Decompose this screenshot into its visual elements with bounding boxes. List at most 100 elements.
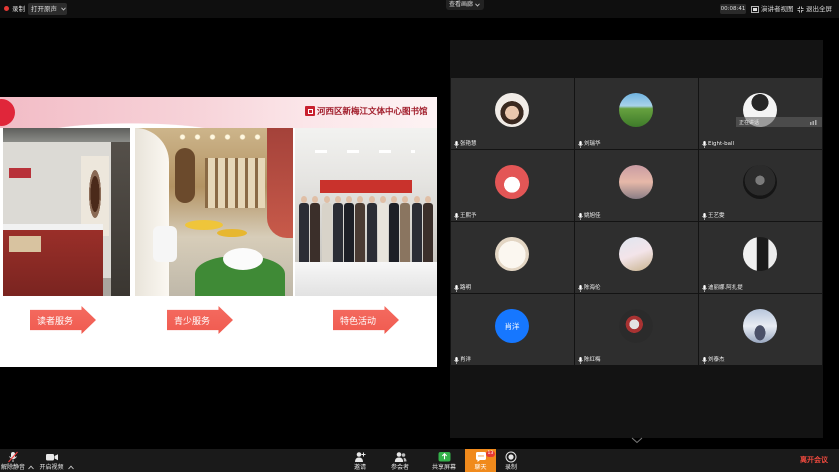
person-figure: [310, 192, 321, 262]
participant-tile[interactable]: 张艳慧: [451, 78, 574, 149]
share-screen-icon: [438, 451, 451, 463]
person-figure: [332, 192, 343, 262]
gallery-next-page-chevron-down-icon[interactable]: [631, 429, 643, 444]
photo-door: [111, 142, 130, 296]
participant-tile[interactable]: 迪丽娜.阿扎提: [699, 222, 822, 293]
slide-photo-reception: [3, 128, 130, 296]
leave-meeting-button[interactable]: 离开会议: [800, 456, 828, 465]
share-screen-button[interactable]: 共享屏幕: [431, 449, 457, 472]
photo-curved-wall: [135, 128, 169, 296]
video-options-chevron-up-icon[interactable]: [68, 455, 74, 470]
avatar: [619, 93, 653, 127]
chat-icon: [475, 451, 487, 463]
original-sound-label: 打开原声: [31, 5, 57, 13]
participant-name-label: 刘瑞华: [578, 141, 601, 148]
participant-tile[interactable]: 正在讲话 Eight-ball: [699, 78, 822, 149]
speaker-view-icon: [751, 5, 759, 13]
participant-name-label: 路明: [454, 285, 471, 292]
video-icon: [45, 451, 59, 463]
avatar: [495, 93, 529, 127]
invite-button[interactable]: 邀请: [350, 449, 370, 472]
avatar: [743, 165, 777, 199]
chevron-down-icon: [475, 3, 480, 7]
avatar: [495, 165, 529, 199]
photo-wood-frame: [175, 148, 195, 203]
photo-ceiling: [3, 128, 130, 142]
mic-icon: [454, 141, 459, 148]
person-figure: [411, 192, 422, 262]
participant-name-label: 姚旭佳: [578, 213, 601, 220]
photo-bookshelf: [205, 158, 265, 208]
participant-tile[interactable]: 刘瑞华: [575, 78, 698, 149]
recording-dot-icon: [4, 6, 9, 11]
avatar: [619, 165, 653, 199]
avatar: [495, 237, 529, 271]
participant-name-label: 肖洋: [454, 357, 471, 364]
shared-screen-slide: 河西区新梅江文体中心图书馆 读者服务 青少服务 特色活动: [0, 97, 437, 367]
avatar: 肖洋: [495, 309, 529, 343]
unmute-button[interactable]: 解除静音: [0, 449, 26, 472]
photo-floor: [103, 278, 111, 296]
group-photo-people: [299, 192, 433, 262]
participant-tile[interactable]: 姚旭佳: [575, 150, 698, 221]
slide-label-youth-services: 青少服务: [167, 306, 233, 334]
speaker-view-button[interactable]: 演讲者视图: [751, 4, 794, 14]
exit-fullscreen-icon: [797, 6, 804, 13]
person-figure: [321, 192, 332, 262]
participant-tile[interactable]: 路明: [451, 222, 574, 293]
record-icon: [505, 451, 517, 463]
library-logo-icon: [305, 106, 315, 116]
photo-desk-plaque: [9, 236, 41, 252]
photo-white-stool: [153, 226, 177, 262]
participant-tile[interactable]: 王熙予: [451, 150, 574, 221]
participant-tile[interactable]: 肖洋 肖洋: [451, 294, 574, 365]
mic-icon: [702, 213, 707, 220]
participant-name: 陈红梅: [584, 357, 601, 363]
mic-off-icon: [7, 451, 19, 463]
participant-name-label: 王熙予: [454, 213, 477, 220]
logo-inner-mark: [307, 108, 313, 114]
participant-tile[interactable]: 王艺雯: [699, 150, 822, 221]
record-button[interactable]: 录制: [500, 449, 522, 472]
start-video-button[interactable]: 开启视频: [38, 449, 65, 472]
exit-fullscreen-button[interactable]: 退出全屏: [797, 4, 832, 14]
photo-ceiling-lights: [315, 150, 415, 153]
person-figure: [377, 192, 388, 262]
participant-name: 王熙予: [460, 213, 477, 219]
participant-name-label: 王艺雯: [702, 213, 725, 220]
slide-photo-group: [295, 128, 437, 296]
record-label: 录制: [504, 464, 517, 471]
slide-photo-youth-area: [135, 128, 293, 296]
share-screen-label: 共享屏幕: [431, 464, 456, 471]
photo-red-curve: [267, 128, 293, 238]
mic-icon: [454, 213, 459, 220]
person-figure: [355, 192, 366, 262]
participant-name-label: Eight-ball: [702, 141, 734, 148]
chat-label: 聊天: [474, 464, 487, 471]
participant-name: 陈海伦: [584, 285, 601, 291]
participant-name: 姚旭佳: [584, 213, 601, 219]
audio-options-chevron-up-icon[interactable]: [28, 455, 34, 470]
participant-tile[interactable]: 陈红梅: [575, 294, 698, 365]
chat-unread-badge: 13: [486, 451, 495, 457]
person-figure: [422, 192, 433, 262]
avatar-initials: 肖洋: [504, 321, 520, 331]
photo-yellow-table: [185, 220, 223, 230]
photo-ceiling-lights: [175, 134, 265, 140]
participant-name: 王艺雯: [708, 213, 725, 219]
participant-name: 肖洋: [460, 357, 472, 363]
person-figure: [400, 192, 411, 262]
participants-button[interactable]: 参会者: [389, 449, 411, 472]
person-figure: [299, 192, 309, 262]
participant-tile[interactable]: 刘泰杰: [699, 294, 822, 365]
participant-tile[interactable]: 陈海伦: [575, 222, 698, 293]
view-menu-button[interactable]: 查看画廊: [446, 0, 484, 10]
avatar: [743, 309, 777, 343]
mic-icon: [454, 285, 459, 292]
avatar: [619, 237, 653, 271]
original-sound-button[interactable]: 打开原声: [28, 3, 67, 15]
invite-icon: [354, 451, 366, 463]
recording-label[interactable]: 录制: [12, 5, 25, 13]
slide-label-reader-services: 读者服务: [30, 306, 96, 334]
mic-icon: [578, 285, 583, 292]
